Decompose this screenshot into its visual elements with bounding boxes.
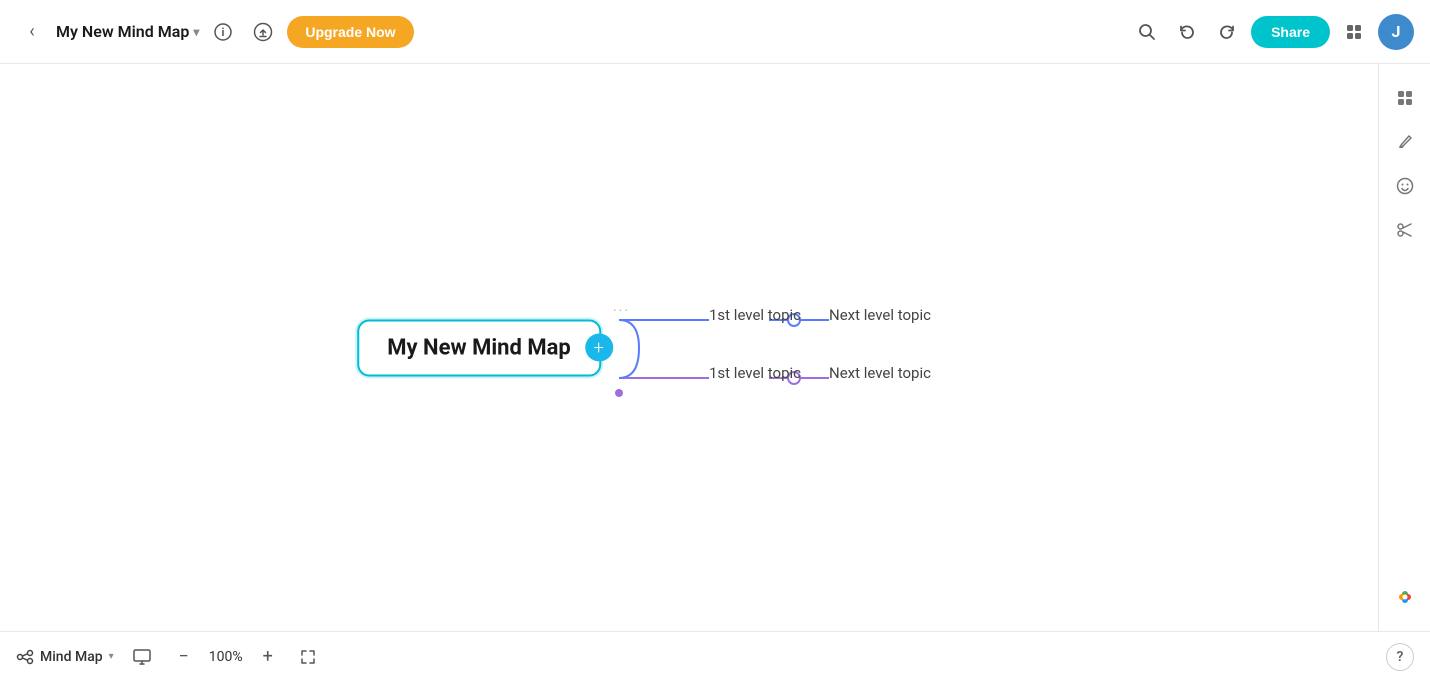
zoom-in-button[interactable]: + [254, 643, 282, 671]
add-topic-button[interactable]: + [585, 334, 613, 362]
mode-selector[interactable]: Mind Map ▾ [16, 648, 114, 666]
branch-bottom: 1st level topic [709, 364, 801, 382]
central-node-label: My New Mind Map + [357, 319, 601, 376]
header: ‹ My New Mind Map ▾ i Upgrade Now [0, 0, 1430, 64]
apps-button[interactable] [1338, 16, 1370, 48]
redo-button[interactable] [1211, 16, 1243, 48]
branch-top: 1st level topic [709, 306, 801, 324]
branch-top-label[interactable]: 1st level topic [709, 306, 801, 324]
branch-bottom-label[interactable]: 1st level topic [709, 364, 801, 382]
bottom-left: Mind Map ▾ − 100% + [16, 641, 322, 673]
grid-icon-button[interactable] [1387, 80, 1423, 116]
upgrade-button[interactable]: Upgrade Now [287, 16, 413, 48]
next-top-label[interactable]: Next level topic [829, 306, 931, 324]
central-label-text: My New Mind Map [387, 335, 571, 360]
canvas: ··· My New Mind Map + [0, 64, 1378, 631]
user-avatar[interactable]: J [1378, 14, 1414, 50]
back-button[interactable]: ‹ [16, 16, 48, 48]
bottom-bar: Mind Map ▾ − 100% + ? [0, 631, 1430, 681]
svg-text:···: ··· [613, 303, 630, 319]
mode-label: Mind Map [40, 649, 103, 665]
zoom-level: 100% [206, 649, 246, 665]
header-left: ‹ My New Mind Map ▾ i Upgrade Now [16, 16, 414, 48]
fullscreen-button[interactable] [294, 643, 322, 671]
right-sidebar [1378, 64, 1430, 631]
zoom-out-button[interactable]: − [170, 643, 198, 671]
next-bottom-label[interactable]: Next level topic [829, 364, 931, 382]
next-bottom: Next level topic [829, 364, 931, 382]
mindmap-container: ··· My New Mind Map + [339, 248, 1039, 448]
emoji-icon-button[interactable] [1387, 168, 1423, 204]
zoom-controls: − 100% + [170, 643, 282, 671]
title-text: My New Mind Map [56, 22, 189, 41]
presentation-button[interactable] [126, 641, 158, 673]
search-button[interactable] [1131, 16, 1163, 48]
scissors-icon-button[interactable] [1387, 212, 1423, 248]
document-title[interactable]: My New Mind Map ▾ [56, 22, 199, 41]
next-top: Next level topic [829, 306, 931, 324]
info-button[interactable]: i [207, 16, 239, 48]
undo-button[interactable] [1171, 16, 1203, 48]
title-chevron-icon: ▾ [193, 25, 199, 39]
brush-icon-button[interactable] [1387, 124, 1423, 160]
mode-chevron-icon: ▾ [109, 651, 114, 662]
help-button[interactable]: ? [1386, 643, 1414, 671]
svg-text:i: i [222, 26, 225, 39]
flower-icon-button[interactable] [1387, 579, 1423, 615]
share-button[interactable]: Share [1251, 16, 1330, 48]
upload-button[interactable] [247, 16, 279, 48]
mode-icon [16, 648, 34, 666]
header-right: Share J [1131, 14, 1414, 50]
